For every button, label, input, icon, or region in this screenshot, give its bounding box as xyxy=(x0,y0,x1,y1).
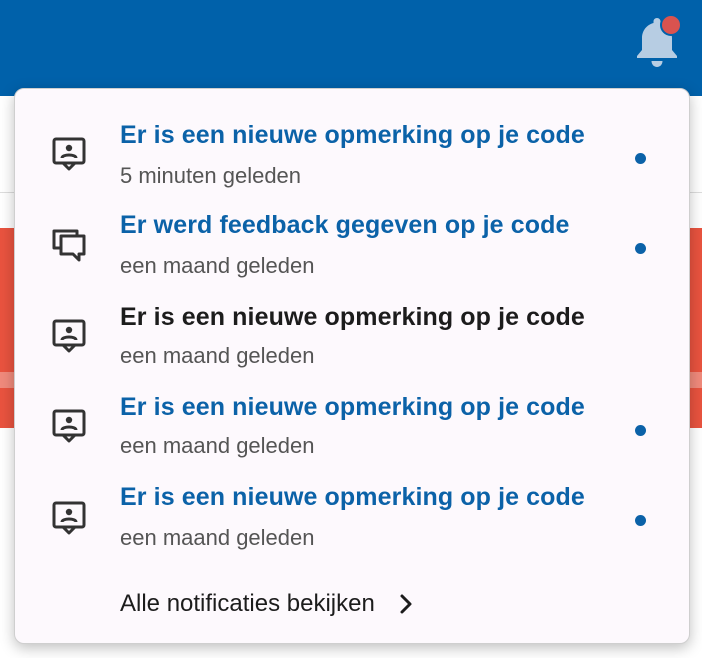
notification-badge xyxy=(660,14,682,36)
notification-time: een maand geleden xyxy=(120,253,315,278)
forum-icon xyxy=(49,227,89,267)
comment-icon xyxy=(49,407,89,447)
notification-item-1[interactable]: Er is een nieuwe opmerking op je code 5 … xyxy=(15,111,689,201)
notification-item-2[interactable]: Er werd feedback gegeven op je code een … xyxy=(15,201,689,291)
notification-item-5[interactable]: Er is een nieuwe opmerking op je code ee… xyxy=(15,473,689,563)
notification-time: een maand geleden xyxy=(120,525,315,550)
notification-title: Er is een nieuwe opmerking op je code xyxy=(120,303,585,331)
notification-item-3[interactable]: Er is een nieuwe opmerking op je code ee… xyxy=(15,293,689,383)
view-all-notifications-link[interactable]: Alle notificaties bekijken xyxy=(120,587,415,621)
app-bar xyxy=(0,0,702,96)
comment-icon xyxy=(49,135,89,175)
notification-time: een maand geleden xyxy=(120,433,315,458)
notification-time: een maand geleden xyxy=(120,343,315,368)
notification-item-4[interactable]: Er is een nieuwe opmerking op je code ee… xyxy=(15,383,689,473)
view-all-label: Alle notificaties bekijken xyxy=(120,590,375,617)
notification-title: Er is een nieuwe opmerking op je code xyxy=(120,483,585,511)
unread-indicator xyxy=(635,515,646,526)
unread-indicator xyxy=(635,243,646,254)
unread-indicator xyxy=(635,153,646,164)
page: Er is een nieuwe opmerking op je code 5 … xyxy=(0,0,702,658)
comment-icon xyxy=(49,499,89,539)
unread-indicator xyxy=(635,425,646,436)
comment-icon xyxy=(49,317,89,357)
notification-time: 5 minuten geleden xyxy=(120,163,302,188)
chevron-right-icon xyxy=(397,593,415,615)
notification-title: Er werd feedback gegeven op je code xyxy=(120,211,570,239)
notifications-bell-button[interactable] xyxy=(632,14,682,70)
notifications-dropdown: Er is een nieuwe opmerking op je code 5 … xyxy=(14,88,690,644)
notification-title: Er is een nieuwe opmerking op je code xyxy=(120,121,585,149)
notification-title: Er is een nieuwe opmerking op je code xyxy=(120,393,585,421)
